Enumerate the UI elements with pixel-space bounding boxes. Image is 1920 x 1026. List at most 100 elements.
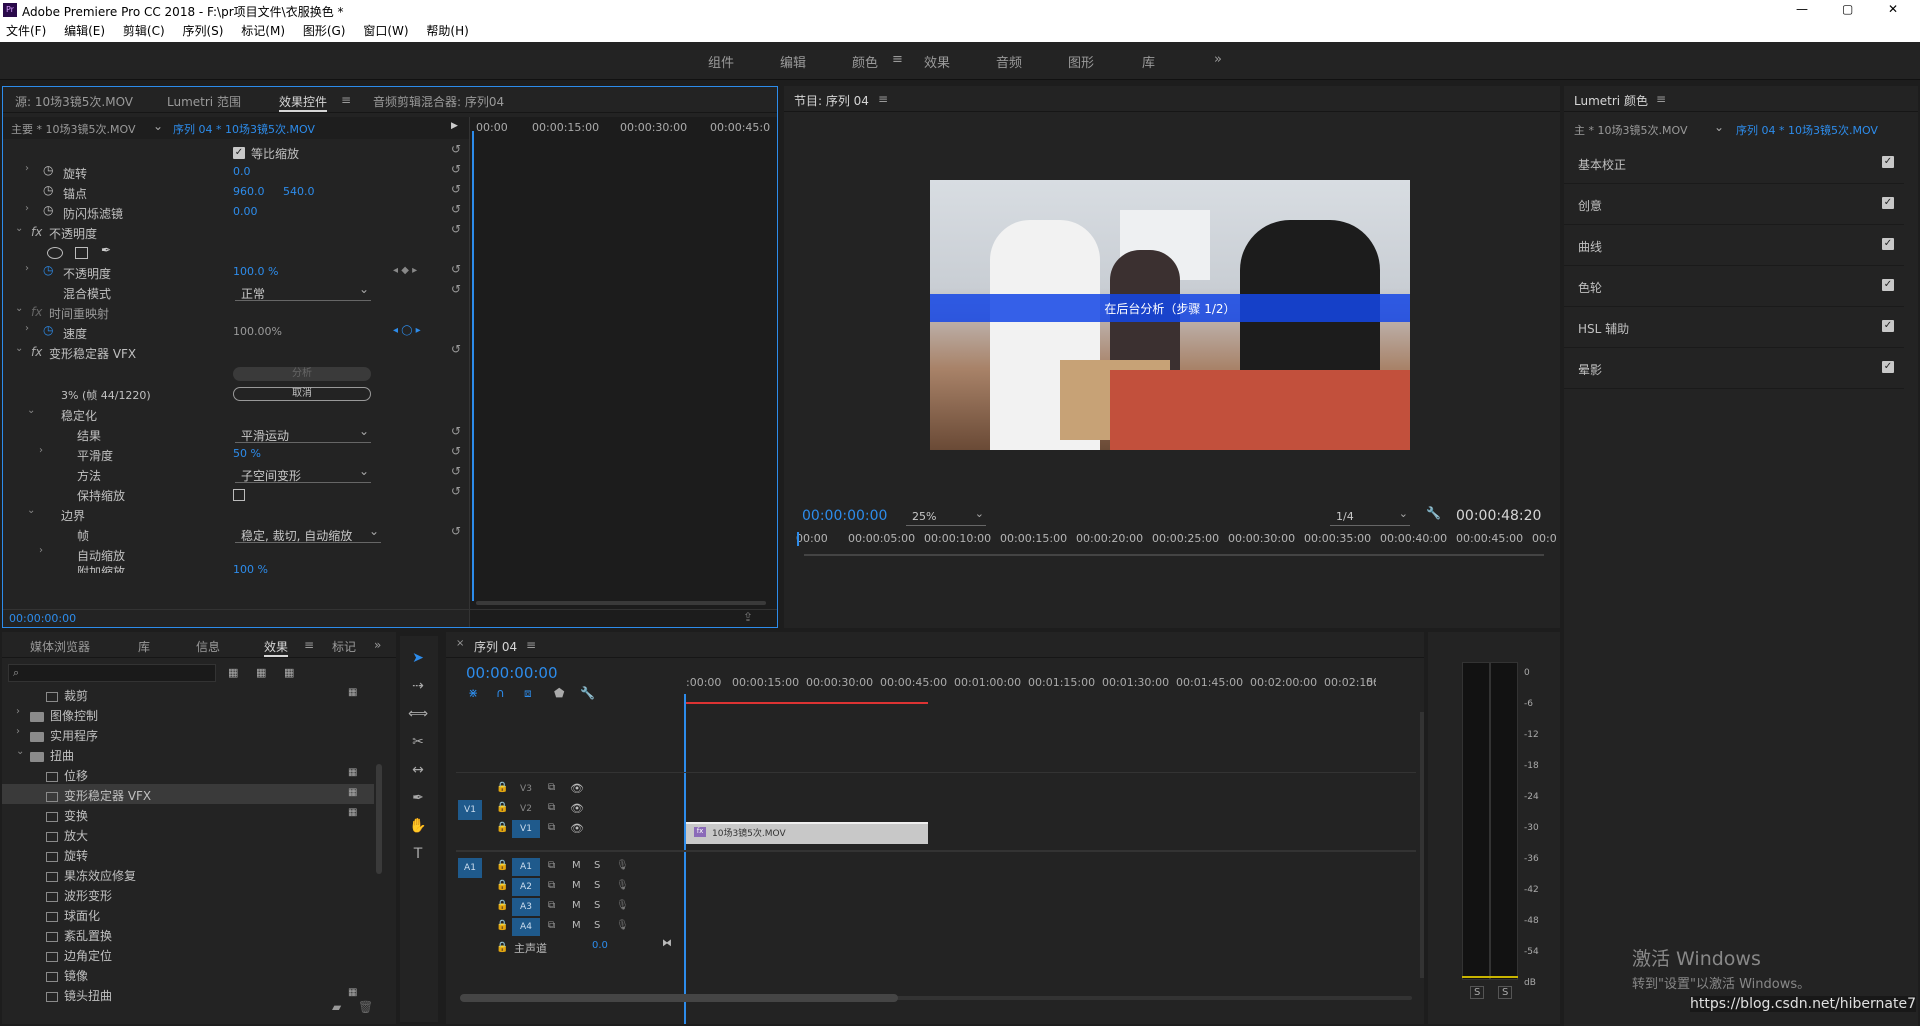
reset-icon[interactable]: ↺ [451, 425, 463, 437]
tab-effects[interactable]: 效果 [264, 638, 289, 657]
linked-selection-icon[interactable]: ∩ [496, 686, 505, 700]
expand-icon[interactable]: › [16, 726, 20, 737]
microphone-icon[interactable]: 🎙 [616, 900, 629, 911]
yuv-filter-icon[interactable]: ▦ [284, 666, 294, 679]
smoothness-value[interactable]: 50 % [233, 447, 261, 460]
type-tool-icon[interactable]: T [408, 844, 428, 864]
track-target-button[interactable]: A4 [512, 918, 540, 936]
solo-right-button[interactable]: S [1498, 986, 1513, 999]
stopwatch-icon[interactable]: ◷ [43, 163, 53, 177]
workspace-more-icon[interactable]: » [1214, 52, 1222, 67]
effects-tree-item[interactable]: › 图像控制 [2, 704, 374, 724]
reset-icon[interactable]: ↺ [451, 263, 463, 275]
menu-help[interactable]: 帮助(H) [426, 20, 468, 42]
preserve-scale-checkbox[interactable] [233, 489, 245, 501]
lumetri-section-curves[interactable]: 曲线 ✓ [1564, 226, 1904, 266]
32bit-filter-icon[interactable]: ▦ [256, 666, 266, 679]
delete-icon[interactable]: 🗑 [358, 1000, 373, 1014]
lumetri-section-creative[interactable]: 创意 ✓ [1564, 185, 1904, 225]
snap-icon[interactable]: ⋇ [468, 686, 478, 700]
ellipse-mask-icon[interactable] [47, 247, 63, 259]
sync-lock-icon[interactable]: ⧉ [548, 880, 555, 891]
mute-button[interactable]: M [572, 920, 581, 931]
chevron-down-icon[interactable]: ⌄ [153, 119, 163, 133]
play-triangle-icon[interactable]: ▶ [451, 121, 458, 131]
close-icon[interactable]: × [456, 638, 464, 649]
lumetri-section-checkbox[interactable]: ✓ [1882, 156, 1894, 168]
tab-source[interactable]: 源: 10场3镜5次.MOV [15, 93, 133, 110]
lumetri-section-checkbox[interactable]: ✓ [1882, 361, 1894, 373]
add-marker-icon[interactable]: ⬟ [554, 686, 564, 700]
effects-tree-item[interactable]: 镜头扭曲 ▦ [2, 984, 374, 1004]
slip-tool-icon[interactable]: ↔ [408, 760, 428, 780]
reset-icon[interactable]: ↺ [451, 223, 463, 235]
lumetri-seq-label[interactable]: 序列 04 * 10场3镜5次.MOV [1736, 122, 1878, 138]
effects-tree-item[interactable]: 果冻效应修复 [2, 864, 374, 884]
rotation-value[interactable]: 0.0 [233, 165, 251, 178]
timeline-v-scrollbar[interactable] [1420, 712, 1424, 978]
reset-icon[interactable]: ↺ [451, 183, 463, 195]
workspace-libraries[interactable]: 库 [1142, 52, 1155, 71]
video-clip[interactable]: fx 10场3镜5次.MOV [686, 822, 928, 844]
panel-menu-icon[interactable]: ≡ [304, 638, 314, 652]
zoom-dropdown[interactable]: 25% [906, 507, 986, 526]
lumetri-section-checkbox[interactable]: ✓ [1882, 238, 1894, 250]
reset-icon[interactable]: ↺ [451, 485, 463, 497]
method-dropdown[interactable]: 子空间变形 [235, 464, 371, 483]
sync-lock-icon[interactable]: ⧉ [548, 782, 555, 793]
track-target-button[interactable]: V3 [512, 780, 540, 798]
track-target-button[interactable]: A2 [512, 878, 540, 896]
accelerated-filter-icon[interactable]: ▦ [228, 666, 238, 679]
reset-icon[interactable]: ↺ [451, 445, 463, 457]
program-playhead[interactable] [797, 532, 799, 546]
program-title[interactable]: 节目: 序列 04 [794, 92, 869, 109]
collapse-icon[interactable]: ⌄ [27, 505, 35, 516]
tab-info[interactable]: 信息 [196, 638, 220, 655]
sync-lock-icon[interactable]: ⧉ [548, 900, 555, 911]
effects-tree-item[interactable]: 变形稳定器 VFX ▦ [2, 784, 374, 804]
effects-tree-item[interactable]: 裁剪 ▦ [2, 684, 374, 704]
uniform-scale-checkbox[interactable]: ✓ [233, 147, 245, 159]
anchor-x-value[interactable]: 960.0 [233, 185, 265, 198]
effects-tree-item[interactable]: 镜像 [2, 964, 374, 984]
timeline-sequence-tab[interactable]: 序列 04 [474, 638, 517, 655]
expand-icon[interactable]: › [25, 163, 29, 174]
tab-libraries[interactable]: 库 [138, 638, 150, 655]
lock-icon[interactable]: 🔒 [496, 920, 508, 931]
tab-effect-controls[interactable]: 效果控件 [279, 93, 328, 112]
chevron-down-icon[interactable]: ⌄ [1714, 120, 1724, 134]
expand-icon[interactable]: › [39, 445, 43, 456]
track-target-button[interactable]: A1 [512, 858, 540, 876]
workspace-menu-icon[interactable]: ≡ [892, 52, 903, 67]
selection-tool-icon[interactable]: ➤ [408, 648, 428, 668]
effects-tree-item[interactable]: 球面化 [2, 904, 374, 924]
expand-icon[interactable]: › [39, 545, 43, 556]
effects-tree-item[interactable]: ⌄ 扭曲 [2, 744, 374, 764]
keyframe-nav-icon[interactable]: ◂ ◆ ▸ [393, 265, 417, 276]
timeline-settings-icon[interactable]: 🔧 [580, 686, 595, 700]
close-button[interactable]: ✕ [1888, 2, 1898, 16]
menu-sequence[interactable]: 序列(S) [182, 20, 223, 42]
reset-icon[interactable]: ↺ [451, 525, 463, 537]
lock-icon[interactable]: 🔒 [496, 880, 508, 891]
lumetri-section-checkbox[interactable]: ✓ [1882, 320, 1894, 332]
workspace-editing[interactable]: 编辑 [780, 52, 806, 71]
pen-tool-icon[interactable]: ✒ [408, 788, 428, 808]
expand-icon[interactable]: › [16, 706, 20, 717]
lumetri-section-hsl[interactable]: HSL 辅助 ✓ [1564, 308, 1904, 348]
reset-icon[interactable]: ↺ [451, 283, 463, 295]
ec-timecode[interactable]: 00:00:00:00 [9, 612, 76, 625]
mute-button[interactable]: M [572, 860, 581, 871]
workspace-audio[interactable]: 音频 [996, 52, 1022, 71]
menu-marker[interactable]: 标记(M) [241, 20, 285, 42]
export-icon[interactable]: ⇪ [743, 610, 753, 624]
stopwatch-icon[interactable]: ◷ [43, 263, 53, 277]
lumetri-section-basic[interactable]: 基本校正 ✓ [1564, 144, 1904, 184]
panel-menu-icon[interactable]: ≡ [526, 638, 536, 652]
eye-icon[interactable]: 👁 [570, 802, 584, 815]
microphone-icon[interactable]: 🎙 [616, 860, 629, 871]
stopwatch-icon[interactable]: ◷ [43, 203, 53, 217]
blend-mode-dropdown[interactable]: 正常 [235, 282, 371, 301]
timeline-timecode[interactable]: 00:00:00:00 [466, 664, 558, 682]
solo-button[interactable]: S [594, 900, 600, 911]
